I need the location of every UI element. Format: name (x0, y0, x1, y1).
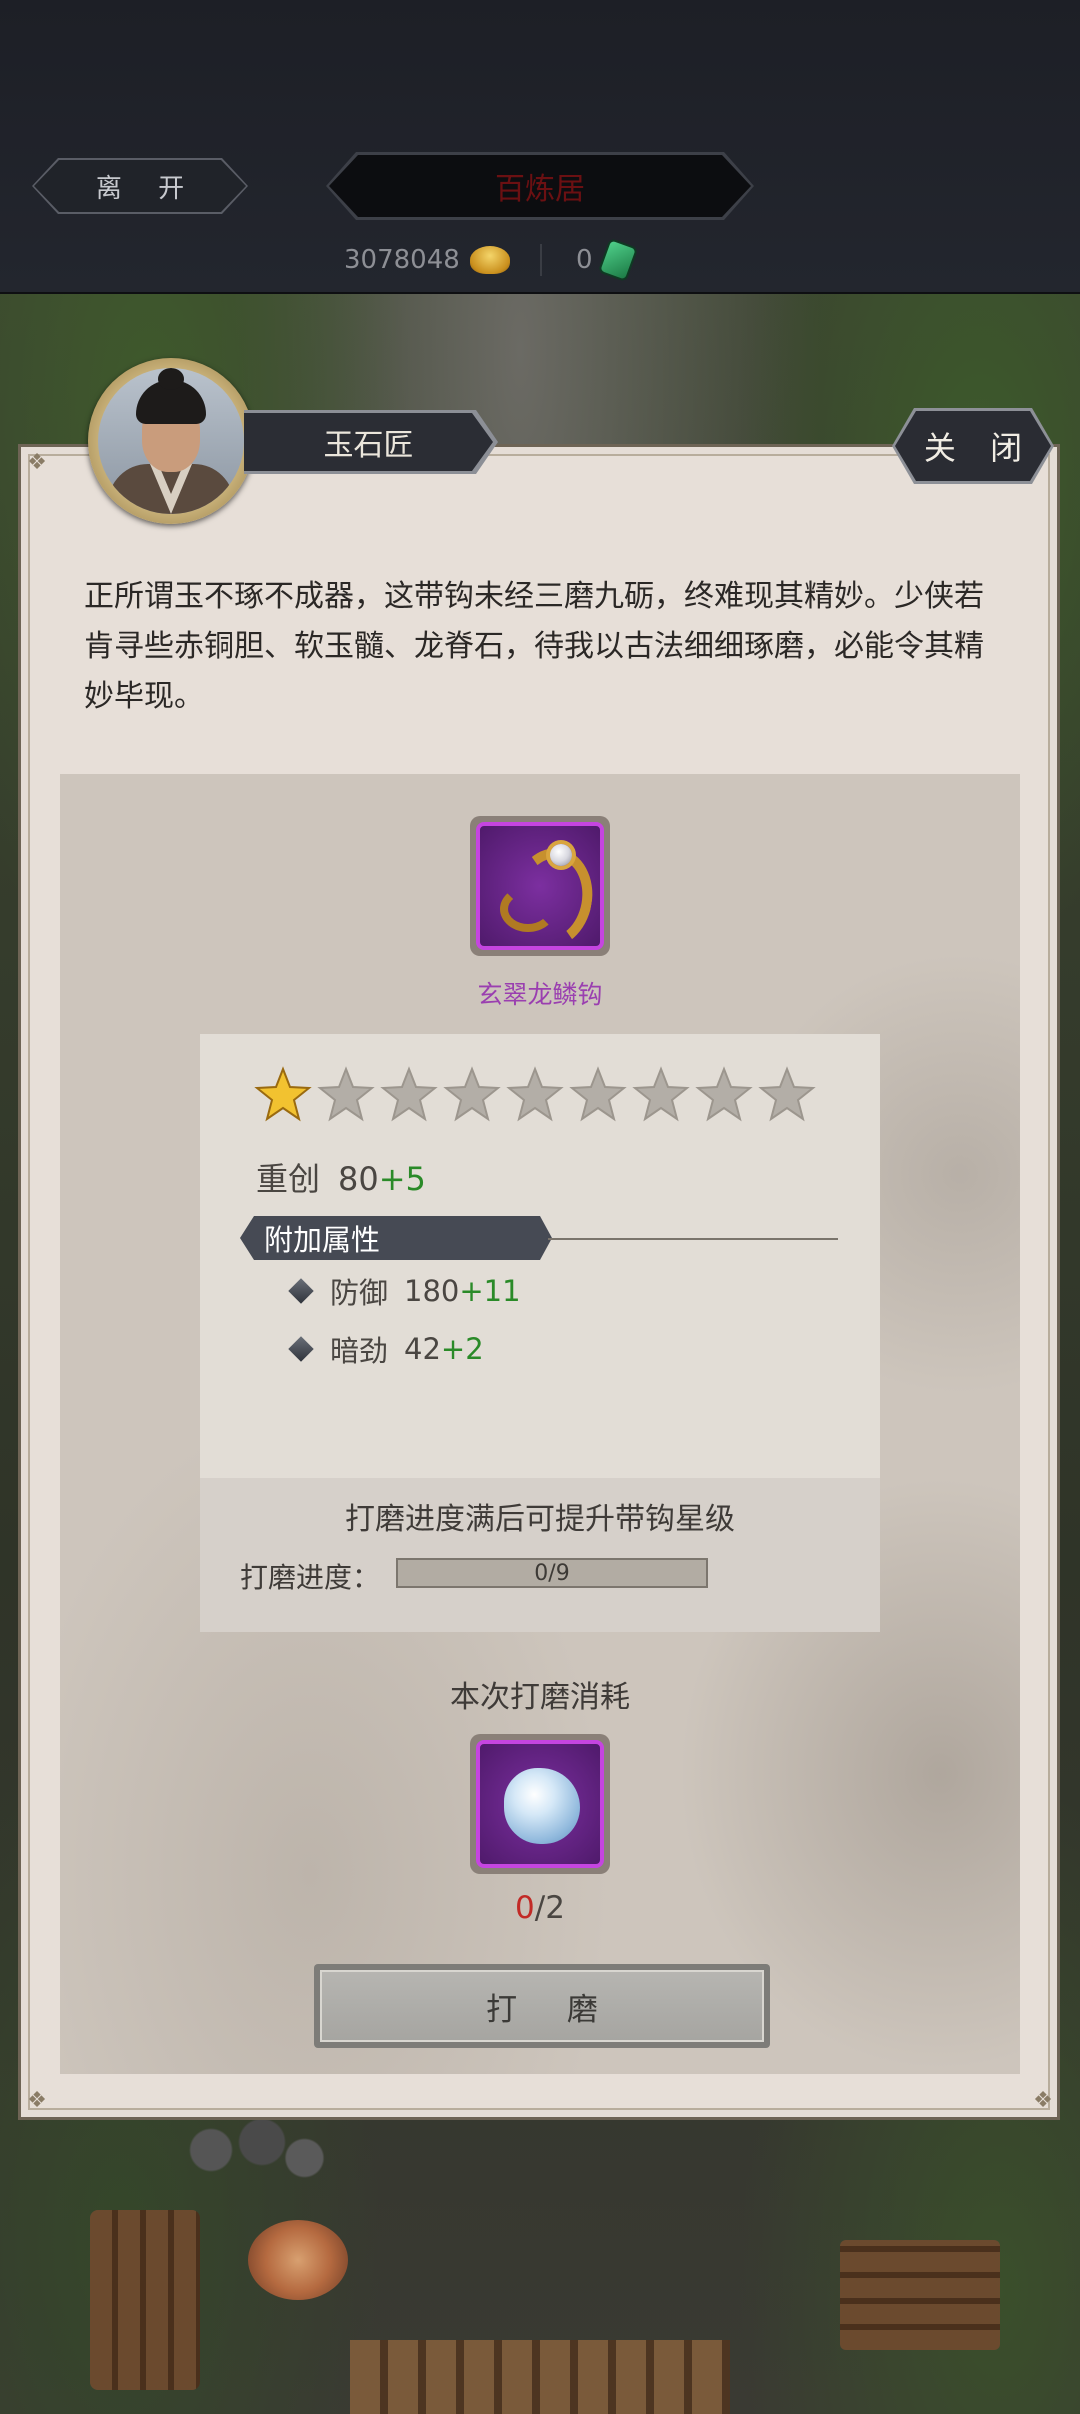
belt-hook-icon (476, 822, 604, 950)
corner-ornament-icon: ❖ (27, 2088, 47, 2113)
logs-decoration (90, 2210, 200, 2390)
sub-stat-bonus: +11 (459, 1274, 521, 1308)
star-gold-icon (254, 1066, 312, 1122)
jade-stone-icon (504, 1768, 580, 1844)
progress-label: 打磨进度： (240, 1561, 381, 1594)
main-stat-value: 80 (338, 1160, 379, 1198)
sub-stat-value: 42 (404, 1332, 441, 1366)
main-stat: 重创 80+5 (256, 1154, 426, 1200)
location-title: 百炼居 (329, 155, 751, 217)
sub-stat-value: 180 (404, 1274, 460, 1308)
close-button[interactable]: 关 闭 (895, 411, 1051, 481)
gold-currency: 3078048 (344, 240, 510, 280)
npc-avatar (98, 368, 244, 514)
diamond-bullet-icon (288, 1336, 314, 1362)
progress-hint: 打磨进度满后可提升带钩星级 (345, 1502, 735, 1537)
extra-attributes-tag: 附加属性 (240, 1216, 552, 1260)
leave-button[interactable]: 离 开 (34, 160, 246, 212)
polish-button[interactable]: 打 磨 (320, 1970, 764, 2042)
star-rating (254, 1066, 816, 1126)
sub-stat-label: 暗劲 (330, 1334, 389, 1368)
sub-stat-row: 暗劲 42 +2 (288, 1328, 484, 1370)
campfire-decoration (248, 2220, 348, 2300)
woodpile-decoration (840, 2240, 1000, 2350)
npc-name: 玉石匠 (244, 413, 493, 471)
main-stat-bonus: +5 (378, 1160, 426, 1198)
gold-amount: 3078048 (344, 245, 460, 275)
material-have: 0 (515, 1890, 535, 1926)
sub-stat-bonus: +2 (440, 1332, 484, 1366)
material-count: 0/2 (440, 1890, 640, 1926)
currency-divider (540, 244, 542, 276)
main-stat-label: 重创 (256, 1160, 321, 1198)
star-grey-icon (380, 1066, 438, 1122)
star-grey-icon (632, 1066, 690, 1122)
sub-stat-row: 防御 180 +11 (288, 1270, 521, 1312)
gold-ingot-icon (469, 246, 510, 274)
progress-text: 0/9 (534, 1560, 570, 1586)
star-grey-icon (317, 1066, 375, 1122)
star-grey-icon (758, 1066, 816, 1122)
corner-ornament-icon: ❖ (1033, 2088, 1053, 2113)
jade-currency: 0 (576, 240, 636, 280)
star-grey-icon (506, 1066, 564, 1122)
star-grey-icon (695, 1066, 753, 1122)
jade-ticket-icon (599, 240, 636, 280)
cost-title: 本次打磨消耗 (450, 1680, 630, 1715)
npc-dialog-text: 正所谓玉不琢不成器，这带钩未经三磨九砺，终难现其精妙。少侠若肯寻些赤铜胆、软玉髓… (84, 579, 984, 714)
progress-bar: 0/9 (396, 1558, 708, 1588)
jade-amount: 0 (576, 245, 593, 275)
star-grey-icon (569, 1066, 627, 1122)
item-slot[interactable] (470, 816, 610, 956)
sub-stat-label: 防御 (330, 1276, 389, 1310)
corner-ornament-icon: ❖ (27, 450, 47, 475)
section-divider (548, 1238, 838, 1240)
material-need: /2 (534, 1890, 565, 1926)
diamond-bullet-icon (288, 1278, 314, 1304)
stones-decoration (160, 2110, 330, 2190)
item-name: 玄翠龙鳞钩 (477, 980, 603, 1009)
star-grey-icon (443, 1066, 501, 1122)
fence-decoration (350, 2340, 730, 2414)
material-slot[interactable] (470, 1734, 610, 1874)
